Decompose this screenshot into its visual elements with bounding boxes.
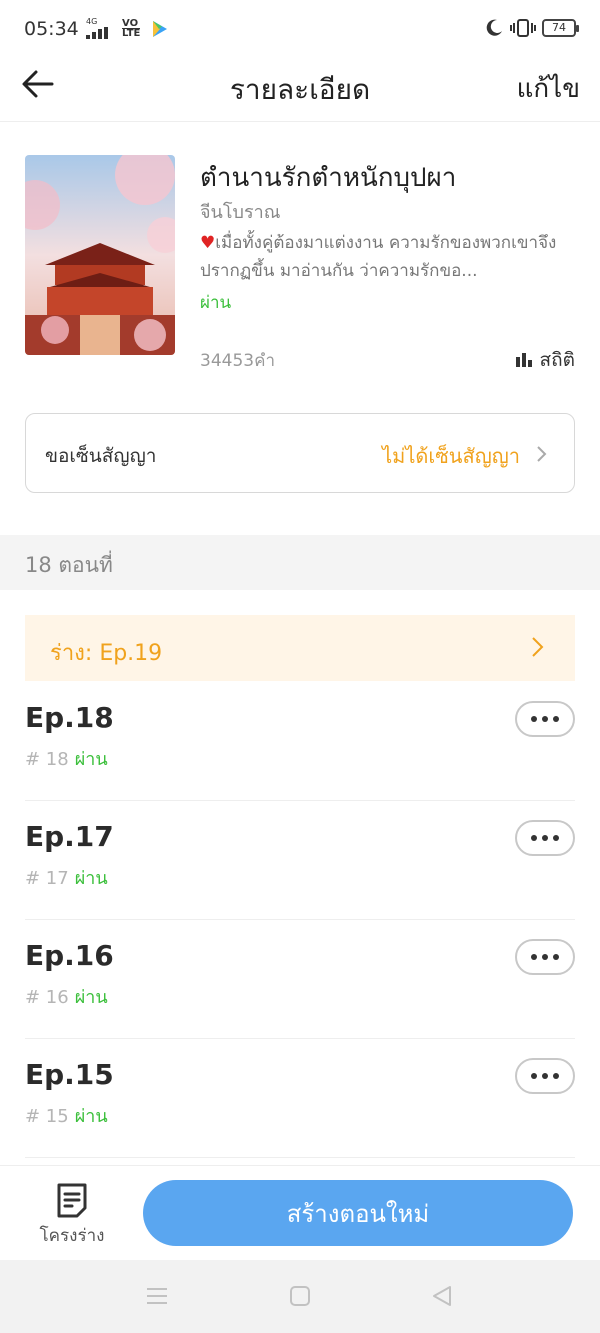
chapter-count: 18 ตอนที่ [25,553,113,577]
episode-title: Ep.17 [25,820,114,853]
more-options-button[interactable] [515,1058,575,1094]
contract-status: ไม่ได้เซ็นสัญญา [382,444,520,468]
volte-bottom: LTE [122,28,141,39]
book-genre: จีนโบราณ [200,202,281,223]
episode-title: Ep.16 [25,939,114,972]
episode-status: ผ่าน [74,1106,108,1127]
episode-meta: # 15 ผ่าน [25,1101,108,1130]
dot-icon [542,716,548,722]
stats-label: สถิติ [539,349,575,371]
dot-icon [553,1073,559,1079]
episode-status: ผ่าน [74,987,108,1008]
draft-label: ร่าง: Ep.19 [50,641,163,666]
chevron-right-icon [537,446,547,462]
episode-status: ผ่าน [74,868,108,889]
network-type: 4G [86,17,98,26]
contract-label: ขอเซ็นสัญญา [45,445,157,467]
episode-meta: # 17 ผ่าน [25,863,108,892]
dot-icon [553,954,559,960]
volte-top: VO [122,18,139,29]
episode-row[interactable]: Ep.18 # 18 ผ่าน [25,681,575,801]
status-time: 05:34 [24,18,79,40]
episode-number: # 18 [25,749,69,770]
dot-icon [553,716,559,722]
episode-status: ผ่าน [74,749,108,770]
dot-icon [542,954,548,960]
bottom-action-bar: โครงร่าง สร้างตอนใหม่ [0,1165,600,1260]
battery-level: 74 [552,21,566,34]
episode-meta: # 16 ผ่าน [25,982,108,1011]
book-title: ตำนานรักตำหนักบุปผา [200,163,457,193]
status-bar: 05:34 4G VO LTE 74 [0,0,600,60]
book-info-card: ตำนานรักตำหนักบุปผา จีนโบราณ ♥เมื่อทั้งค… [25,155,575,371]
dot-icon [553,835,559,841]
outline-label: โครงร่าง [39,1226,105,1246]
episode-title: Ep.15 [25,1058,114,1091]
episode-title: Ep.18 [25,701,114,734]
status-right-group: 74 [484,18,579,38]
chevron-right-icon [532,637,544,657]
draft-row[interactable]: ร่าง: Ep.19 [25,615,575,681]
more-options-button[interactable] [515,939,575,975]
episode-row[interactable]: Ep.15 # 15 ผ่าน [25,1038,575,1158]
page-title: รายละเอียด [229,73,371,106]
episode-meta: # 18 ผ่าน [25,744,108,773]
word-count: 34453คำ [200,351,275,371]
create-episode-button[interactable]: สร้างตอนใหม่ [143,1180,573,1246]
edit-button[interactable]: แก้ไข [517,68,580,109]
book-cover-image [25,155,175,355]
more-options-button[interactable] [515,701,575,737]
outline-button[interactable]: โครงร่าง [30,1182,114,1252]
dot-icon [542,835,548,841]
book-description-text: เมื่อทั้งคู่ต้องมาแต่งงาน ความรักของพวกเ… [200,233,557,281]
bar-chart-icon [515,353,532,367]
dot-icon [531,1073,537,1079]
battery-icon: 74 [542,19,579,37]
book-description: ♥เมื่อทั้งคู่ต้องมาแต่งงาน ความรักของพวก… [200,229,575,285]
dot-icon [531,954,537,960]
episode-row[interactable]: Ep.17 # 17 ผ่าน [25,800,575,920]
signal-icon: 4G [86,17,112,42]
outline-document-icon [57,1183,87,1218]
moon-icon [486,19,502,36]
episode-number: # 15 [25,1106,69,1127]
dot-icon [531,716,537,722]
book-status: ผ่าน [200,293,232,313]
system-nav-bar [0,1260,600,1333]
episode-number: # 16 [25,987,69,1008]
volte-icon: VO LTE [122,18,141,39]
home-icon[interactable] [288,1284,312,1308]
back-triangle-icon[interactable] [430,1284,454,1308]
episode-row[interactable]: Ep.16 # 16 ผ่าน [25,919,575,1039]
play-store-icon [153,21,167,37]
more-options-button[interactable] [515,820,575,856]
stats-button[interactable]: สถิติ [515,345,575,375]
heart-icon: ♥ [200,233,216,253]
dot-icon [542,1073,548,1079]
dot-icon [531,835,537,841]
menu-icon[interactable] [145,1284,169,1308]
episode-number: # 17 [25,868,69,889]
vibrate-icon [510,19,536,37]
app-header: รายละเอียด แก้ไข [0,60,600,122]
chapter-count-bar: 18 ตอนที่ [0,535,600,590]
contract-row[interactable]: ขอเซ็นสัญญา ไม่ได้เซ็นสัญญา [25,413,575,493]
